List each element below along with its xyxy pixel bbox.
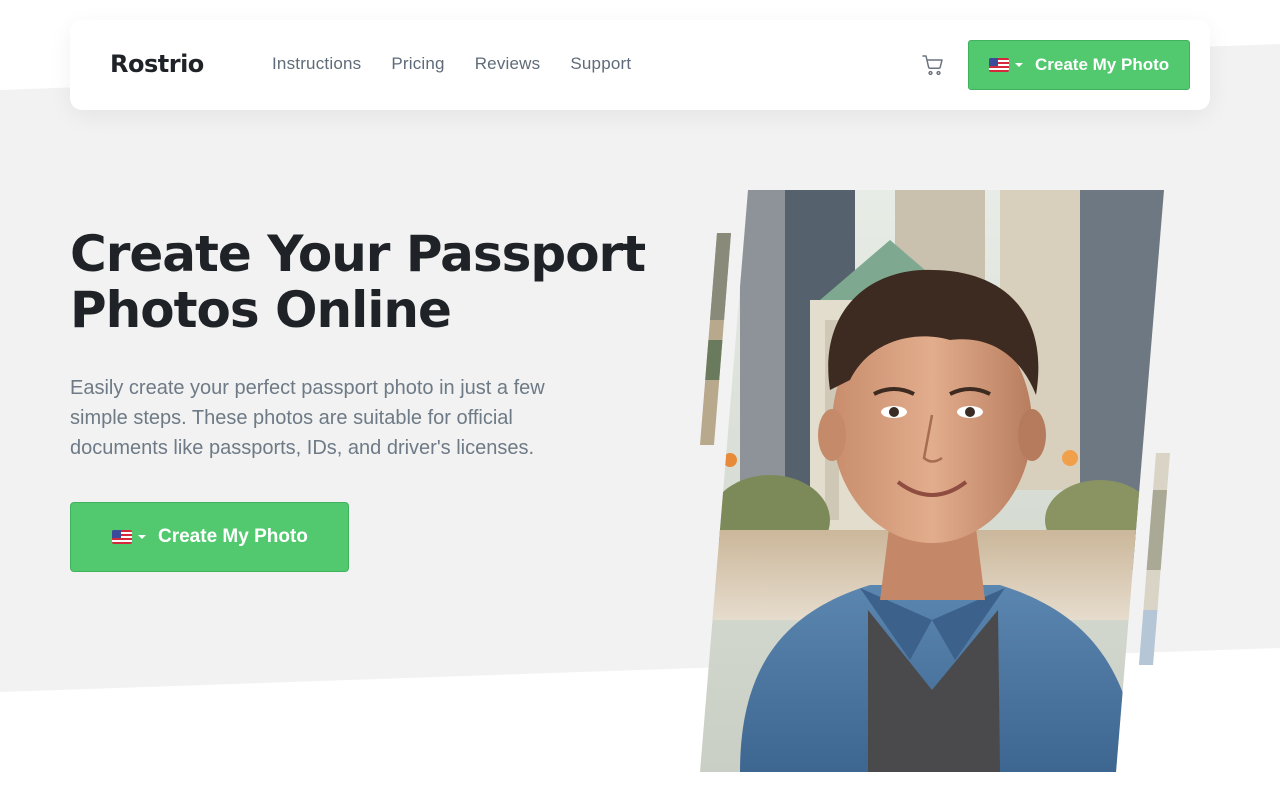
hero-title: Create Your Passport Photos Online <box>70 226 670 338</box>
hero-create-photo-label: Create My Photo <box>158 526 308 547</box>
main-nav: Instructions Pricing Reviews Support <box>272 54 631 74</box>
nav-link-pricing[interactable]: Pricing <box>391 54 444 74</box>
hero-title-line2: Photos Online <box>70 281 452 339</box>
us-flag-icon <box>989 58 1009 72</box>
site-logo[interactable]: Rostrio <box>110 50 204 78</box>
nav-link-instructions[interactable]: Instructions <box>272 54 361 74</box>
passport-portrait-image <box>700 190 1170 772</box>
create-photo-button[interactable]: Create My Photo <box>968 40 1190 90</box>
us-flag-icon <box>112 530 132 544</box>
hero-title-line1: Create Your Passport <box>70 225 646 283</box>
caret-down-icon <box>1015 63 1023 67</box>
hero-subtitle: Easily create your perfect passport phot… <box>70 377 545 459</box>
caret-down-icon <box>138 535 146 539</box>
hero-create-photo-button[interactable]: Create My Photo <box>70 502 349 572</box>
create-photo-label: Create My Photo <box>1035 55 1170 74</box>
cart-icon[interactable] <box>921 53 945 77</box>
nav-link-reviews[interactable]: Reviews <box>475 54 541 74</box>
nav-link-support[interactable]: Support <box>570 54 631 74</box>
hero-photo <box>700 190 1170 772</box>
site-header: Rostrio Instructions Pricing Reviews Sup… <box>70 20 1210 110</box>
